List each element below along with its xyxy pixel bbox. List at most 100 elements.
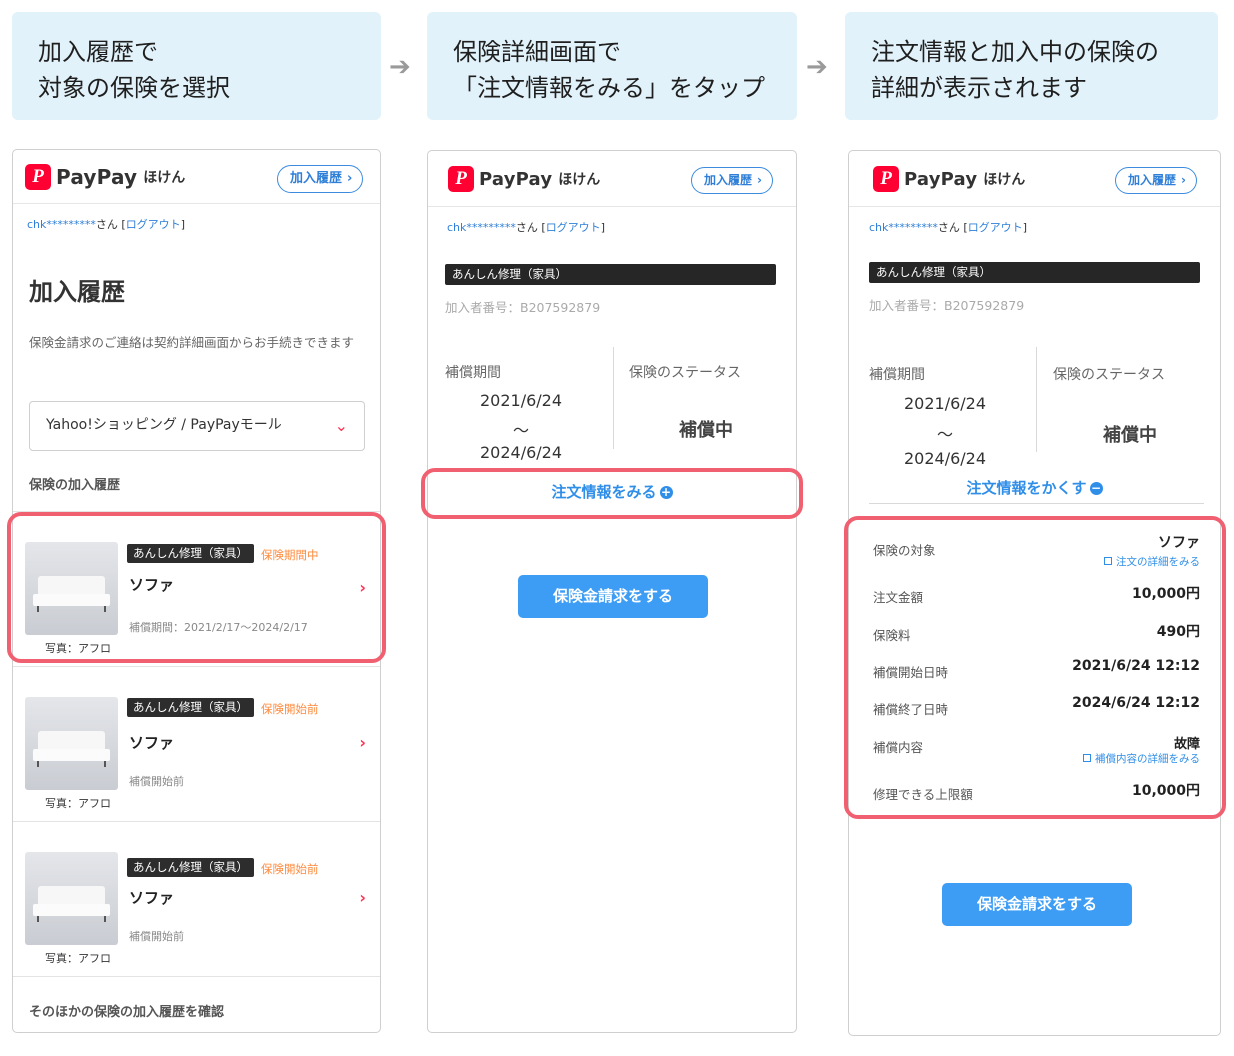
photo-caption: 写真：アフロ (45, 797, 111, 810)
period-label: 補償期間 (445, 365, 501, 381)
product-name-bar: あんしん修理（家具） (445, 264, 776, 285)
chevron-right-icon: › (359, 888, 366, 907)
step-2-line-2: 「注文情報をみる」をタップ (453, 74, 765, 102)
section-label: 保険の加入履歴 (29, 478, 121, 493)
list-item[interactable]: 写真：アフロ あんしん修理（家具） 保険開始前 ソファ 補償開始前 › (13, 666, 380, 821)
history-button[interactable]: 加入履歴 › (691, 167, 773, 194)
claim-note: 保険金請求のご連絡は契約詳細画面からお手続きできます (29, 335, 355, 350)
step-2-line-1: 保険詳細画面で (453, 38, 621, 66)
logo-sub: ほけん (983, 172, 1026, 188)
step-3-line-2: 詳細が表示されます (871, 74, 1087, 102)
arrow-icon: ➔ (389, 52, 411, 82)
paypay-logo[interactable]: P PayPay ほけん (873, 166, 1025, 192)
claim-button[interactable]: 保険金請求をする (942, 883, 1132, 926)
logo-sub: ほけん (558, 172, 601, 188)
user-line: chk*********さん [ログアウト] (869, 219, 1027, 235)
product-tag: あんしん修理（家具） (127, 698, 254, 717)
highlight-frame (7, 512, 386, 663)
phone-screen-detail: P PayPay ほけん 加入履歴 › chk*********さん [ログアウト… (427, 150, 797, 1033)
period-label: 補償期間 (869, 367, 925, 383)
chevron-right-icon: › (347, 171, 353, 186)
app-header: P PayPay ほけん 加入履歴 › (13, 150, 380, 204)
logout-link[interactable]: ログアウト (126, 218, 181, 231)
hide-order-label: 注文情報をかくす (966, 479, 1087, 497)
user-line: chk*********さん [ログアウト] (447, 219, 605, 235)
hide-order-link[interactable]: 注文情報をかくす − (849, 477, 1220, 498)
highlight-frame (844, 516, 1226, 819)
history-button-label: 加入履歴 (704, 173, 753, 187)
period-end: 2024/6/24 (479, 443, 563, 462)
divider (869, 503, 1204, 504)
logo-text: PayPay (56, 165, 138, 189)
highlight-frame (421, 468, 803, 519)
store-select[interactable]: Yahoo!ショッピング / PayPayモール ⌄ (29, 401, 365, 451)
app-header: P PayPay ほけん 加入履歴 › (849, 151, 1220, 207)
member-number: 加入者番号：B207592879 (869, 298, 1025, 313)
column-divider (613, 347, 614, 449)
user-name: chk********* (447, 221, 516, 234)
logo-text: PayPay (479, 168, 553, 190)
status-value: 補償中 (679, 420, 733, 441)
step-caption-1: 加入履歴で 対象の保険を選択 (12, 12, 381, 120)
logo-text: PayPay (904, 168, 978, 190)
page-title: 加入履歴 (29, 278, 125, 306)
sofa-photo (25, 852, 118, 945)
divider (13, 976, 380, 977)
other-history-link[interactable]: そのほかの保険の加入履歴を確認 (29, 1001, 224, 1020)
user-suffix: さん (95, 218, 118, 231)
period-start: 2021/6/24 (903, 394, 987, 413)
sofa-photo (25, 697, 118, 790)
step-caption-3: 注文情報と加入中の保険の 詳細が表示されます (845, 12, 1218, 120)
product-tag: あんしん修理（家具） (127, 858, 254, 877)
item-name: ソファ (129, 734, 175, 752)
paypay-logo-icon: P (448, 166, 474, 192)
chevron-right-icon: › (757, 173, 762, 187)
paypay-logo-icon: P (25, 164, 51, 190)
status-badge: 保険開始前 (261, 702, 319, 716)
step-caption-2: 保険詳細画面で 「注文情報をみる」をタップ (427, 12, 797, 120)
logo-sub: ほけん (143, 170, 186, 186)
chevron-right-icon: › (1181, 173, 1186, 187)
claim-button[interactable]: 保険金請求をする (518, 575, 708, 618)
step-3-line-1: 注文情報と加入中の保険の (871, 38, 1159, 66)
user-suffix: さん (937, 221, 960, 234)
store-select-value: Yahoo!ショッピング / PayPayモール (46, 417, 282, 433)
paypay-logo[interactable]: P PayPay ほけん (25, 164, 185, 190)
user-name: chk********* (27, 218, 96, 231)
product-name-bar: あんしん修理（家具） (869, 262, 1200, 283)
history-button[interactable]: 加入履歴 › (1115, 167, 1197, 194)
user-line: chk*********さん [ログアウト] (27, 216, 185, 232)
chevron-down-icon: ⌄ (334, 416, 348, 435)
status-badge: 保険開始前 (261, 862, 319, 876)
coverage-period: 補償開始前 (129, 775, 184, 788)
paypay-logo[interactable]: P PayPay ほけん (448, 166, 600, 192)
status-label: 保険のステータス (629, 365, 741, 381)
app-header: P PayPay ほけん 加入履歴 › (428, 151, 796, 207)
user-suffix: さん (515, 221, 538, 234)
photo-caption: 写真：アフロ (45, 952, 111, 965)
logout-link[interactable]: ログアウト (546, 221, 601, 234)
period-start: 2021/6/24 (479, 391, 563, 410)
period-tilde: 〜 (512, 421, 529, 440)
status-value: 補償中 (1103, 425, 1157, 446)
paypay-logo-icon: P (873, 166, 899, 192)
step-1-line-1: 加入履歴で (38, 38, 158, 66)
chevron-right-icon: › (359, 733, 366, 752)
column-divider (1036, 347, 1037, 452)
item-name: ソファ (129, 889, 175, 907)
list-item[interactable]: 写真：アフロ あんしん修理（家具） 保険開始前 ソファ 補償開始前 › (13, 821, 380, 976)
status-label: 保険のステータス (1053, 367, 1165, 383)
period-tilde: 〜 (936, 425, 953, 444)
history-button[interactable]: 加入履歴 › (277, 165, 364, 193)
bracket-close: ] (180, 218, 185, 231)
minus-circle-icon: − (1089, 481, 1103, 495)
bracket-close: ] (600, 221, 605, 234)
coverage-period: 補償開始前 (129, 930, 184, 943)
member-number: 加入者番号：B207592879 (445, 300, 601, 315)
user-name: chk********* (869, 221, 938, 234)
period-end: 2024/6/24 (903, 449, 987, 468)
logout-link[interactable]: ログアウト (968, 221, 1023, 234)
history-button-label: 加入履歴 (1128, 173, 1177, 187)
history-button-label: 加入履歴 (290, 171, 343, 186)
arrow-icon: ➔ (806, 52, 828, 82)
